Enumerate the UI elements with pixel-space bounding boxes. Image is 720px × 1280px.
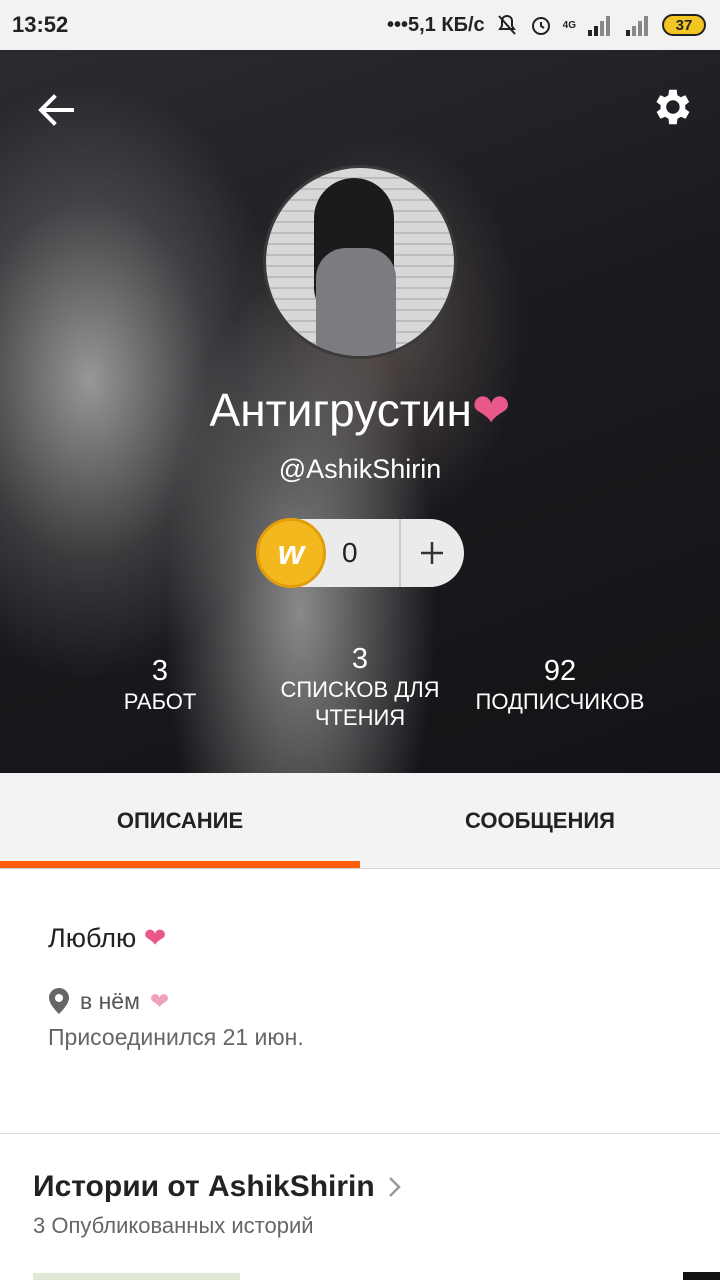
add-coins-button[interactable]: [401, 519, 463, 587]
location: в нём ❤: [48, 987, 169, 1015]
coins-widget: w 0: [256, 518, 464, 588]
section-divider: [0, 1133, 720, 1134]
profile-header: Антигрустин❤ @AshikShirin w 0 3 РАБОТ 3 …: [0, 50, 720, 773]
bio-text: Люблю ❤: [48, 923, 167, 953]
coin-count: 0: [342, 537, 358, 568]
tab-messages[interactable]: СООБЩЕНИЯ: [360, 773, 720, 869]
network-speed: •••5,1 КБ/с: [387, 13, 485, 36]
alarm-icon: [531, 17, 550, 35]
chevron-right-icon: [388, 1177, 401, 1197]
status-indicators: •••5,1 КБ/с 4G 37: [387, 10, 706, 40]
status-time: 13:52: [12, 12, 69, 37]
plus-icon: [421, 542, 443, 564]
heart-emoji: ❤: [143, 923, 167, 953]
stories-section-title[interactable]: Истории от AshikShirin: [33, 1170, 403, 1204]
stat-reading-lists[interactable]: 3 СПИСКОВ ДЛЯ ЧТЕНИЯ: [260, 643, 460, 732]
signal-icon: [626, 16, 648, 36]
stat-followers[interactable]: 92 ПОДПИСЧИКОВ: [460, 655, 660, 716]
active-tab-indicator: [0, 861, 360, 868]
heart-emoji: ❤: [471, 384, 511, 436]
username: @AshikShirin: [278, 454, 442, 484]
status-bar: 13:52 •••5,1 КБ/с 4G 37: [0, 0, 720, 50]
network-type: 4G: [562, 19, 576, 31]
join-date: Присоединился 21 июн.: [48, 1024, 304, 1050]
signal-icon: [588, 16, 610, 36]
stat-works[interactable]: 3 РАБОТ: [90, 655, 230, 716]
settings-button[interactable]: [648, 84, 694, 130]
display-name: Антигрустин❤: [209, 384, 511, 436]
back-button[interactable]: [34, 88, 78, 132]
story-cover[interactable]: [33, 1273, 240, 1280]
coin-icon: w: [256, 518, 326, 588]
mute-bell-icon: [497, 14, 516, 35]
profile-tabs: ОПИСАНИЕ СООБЩЕНИЯ: [0, 773, 720, 869]
tab-about[interactable]: ОПИСАНИЕ: [0, 773, 360, 869]
arrow-left-icon: [38, 94, 74, 126]
location-pin-icon: [49, 988, 69, 1014]
avatar[interactable]: [263, 165, 457, 359]
heart-emoji: ❤: [149, 987, 170, 1014]
stories-count: 3 Опубликованных историй: [33, 1213, 314, 1238]
story-cover[interactable]: [683, 1272, 720, 1280]
gear-icon: [656, 89, 690, 125]
battery-icon: 37: [662, 14, 706, 36]
